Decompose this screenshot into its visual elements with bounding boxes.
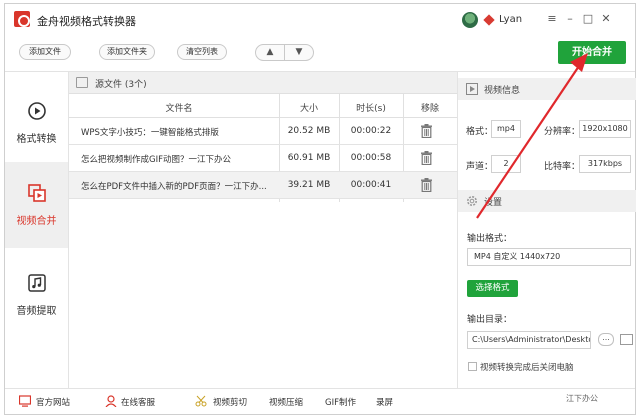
browse-button[interactable]: ...: [598, 333, 614, 346]
table-row[interactable]: 怎么在PDF文件中插入新的PDF页面？一江下办... 39.21 MB 00:0…: [69, 172, 457, 199]
sidebar: 格式转换 视频合并 音频提取: [5, 72, 69, 388]
column-header-size: 大小: [299, 104, 318, 114]
column-header-name: 文件名: [165, 104, 193, 114]
sidebar-item-label: 格式转换: [16, 134, 57, 145]
website-link[interactable]: 官方网站: [36, 396, 70, 408]
file-name: 怎么把视频制作成GIF动图？一江下办公: [81, 155, 231, 165]
add-file-button[interactable]: 添加文件: [19, 44, 71, 60]
shutdown-checkbox[interactable]: [468, 362, 477, 371]
scissors-icon: [195, 395, 207, 407]
sidebar-item-format-convert[interactable]: 格式转换: [5, 80, 68, 166]
support-icon: [105, 395, 117, 407]
video-info-header: 视频信息: [458, 78, 636, 100]
column-header-duration: 时长(s): [356, 104, 386, 114]
move-down-button[interactable]: ▼: [284, 44, 314, 61]
sidebar-item-video-merge[interactable]: 视频合并: [5, 162, 68, 248]
file-duration: 00:00:22: [350, 126, 392, 136]
file-name: 怎么在PDF文件中插入新的PDF页面？一江下办...: [81, 182, 267, 192]
file-size: 60.91 MB: [287, 153, 331, 163]
gif-maker-link[interactable]: GIF制作: [325, 396, 356, 408]
table-row[interactable]: 怎么把视频制作成GIF动图？一江下办公 60.91 MB 00:00:58: [69, 145, 457, 172]
file-size: 20.52 MB: [287, 126, 331, 136]
move-up-button[interactable]: ▲: [255, 44, 285, 61]
add-folder-button[interactable]: 添加文件夹: [99, 44, 155, 60]
video-info-title: 视频信息: [484, 86, 521, 96]
support-link[interactable]: 在线客服: [121, 396, 155, 408]
output-dir-label: 输出目录：: [467, 315, 513, 325]
maximize-icon[interactable]: □: [581, 12, 595, 26]
format-value: mp4: [491, 120, 521, 138]
status-bar: 官方网站 在线客服 视频剪切 视频压缩 GIF制作 录屏: [5, 388, 635, 414]
title-bar: 金舟视频格式转换器 Lyan ≡ – □ ✕: [5, 4, 635, 36]
output-format-label: 输出格式：: [467, 234, 513, 244]
video-cut-link[interactable]: 视频剪切: [213, 396, 247, 408]
video-info-icon: [466, 83, 478, 95]
sidebar-item-audio-extract[interactable]: 音频提取: [5, 252, 68, 338]
sidebar-item-label: 视频合并: [16, 216, 57, 227]
sidebar-item-label: 音频提取: [16, 306, 57, 317]
settings-header: 设置: [458, 190, 636, 212]
merge-icon: [28, 184, 46, 202]
choose-format-button[interactable]: 选择格式: [467, 280, 518, 297]
format-label: 格式：: [466, 127, 494, 137]
website-icon: [19, 395, 31, 407]
file-duration: 00:00:58: [350, 153, 392, 163]
trash-icon[interactable]: [421, 178, 432, 192]
output-format-field[interactable]: MP4 自定义 1440x720: [467, 248, 631, 266]
minimize-icon[interactable]: –: [563, 12, 577, 26]
settings-title: 设置: [484, 198, 503, 208]
shutdown-label: 视频转换完成后关闭电脑: [480, 363, 574, 373]
source-files-header: 源文件 (3个): [69, 72, 457, 94]
table-row[interactable]: WPS文字小技巧：一键智能格式排版 20.52 MB 00:00:22: [69, 118, 457, 145]
app-title: 金舟视频格式转换器: [37, 15, 136, 28]
menu-icon[interactable]: ≡: [545, 12, 559, 26]
open-folder-icon[interactable]: [620, 334, 633, 345]
properties-panel: 视频信息 格式： mp4 分辨率： 1920x1080 声道： 2 比特率： 3…: [457, 72, 636, 388]
trash-icon[interactable]: [421, 151, 432, 165]
video-compress-link[interactable]: 视频压缩: [269, 396, 303, 408]
channels-label: 声道：: [466, 162, 494, 172]
table-header: 文件名 大小 时长(s) 移除: [69, 94, 457, 118]
resolution-label: 分辨率：: [544, 127, 581, 137]
screen-record-link[interactable]: 录屏: [376, 396, 393, 408]
toolbar: 添加文件 添加文件夹 清空列表 ▲ ▼ 开始合并: [5, 36, 635, 72]
file-name: WPS文字小技巧：一键智能格式排版: [81, 128, 219, 138]
channels-value: 2: [491, 155, 521, 173]
close-icon[interactable]: ✕: [599, 12, 613, 26]
column-header-remove: 移除: [420, 104, 439, 114]
watermark: 江下办公: [566, 394, 598, 403]
start-merge-button[interactable]: 开始合并: [558, 41, 626, 64]
clear-list-button[interactable]: 清空列表: [177, 44, 227, 60]
folder-icon: [76, 77, 88, 88]
file-duration: 00:00:41: [350, 180, 392, 190]
resolution-value: 1920x1080: [579, 120, 631, 138]
file-list-panel: 源文件 (3个) 文件名 大小 时长(s) 移除 WPS文字小技巧：一键智能格式…: [69, 72, 457, 388]
bitrate-label: 比特率：: [544, 162, 581, 172]
gear-icon: [467, 196, 477, 206]
app-logo-icon: [14, 11, 30, 27]
bitrate-value: 317kbps: [579, 155, 631, 173]
output-dir-field[interactable]: C:\Users\Administrator\Deskto: [467, 331, 591, 349]
app-window: 金舟视频格式转换器 Lyan ≡ – □ ✕ 添加文件 添加文件夹 清空列表 ▲…: [4, 3, 636, 415]
music-note-icon: [28, 274, 46, 292]
trash-icon[interactable]: [421, 124, 432, 138]
play-circle-icon: [28, 102, 46, 120]
file-size: 39.21 MB: [287, 180, 331, 190]
source-files-title: 源文件 (3个): [95, 80, 147, 90]
vip-badge-icon: [483, 14, 495, 26]
user-name[interactable]: Lyan: [499, 14, 522, 25]
user-avatar[interactable]: [462, 12, 478, 28]
